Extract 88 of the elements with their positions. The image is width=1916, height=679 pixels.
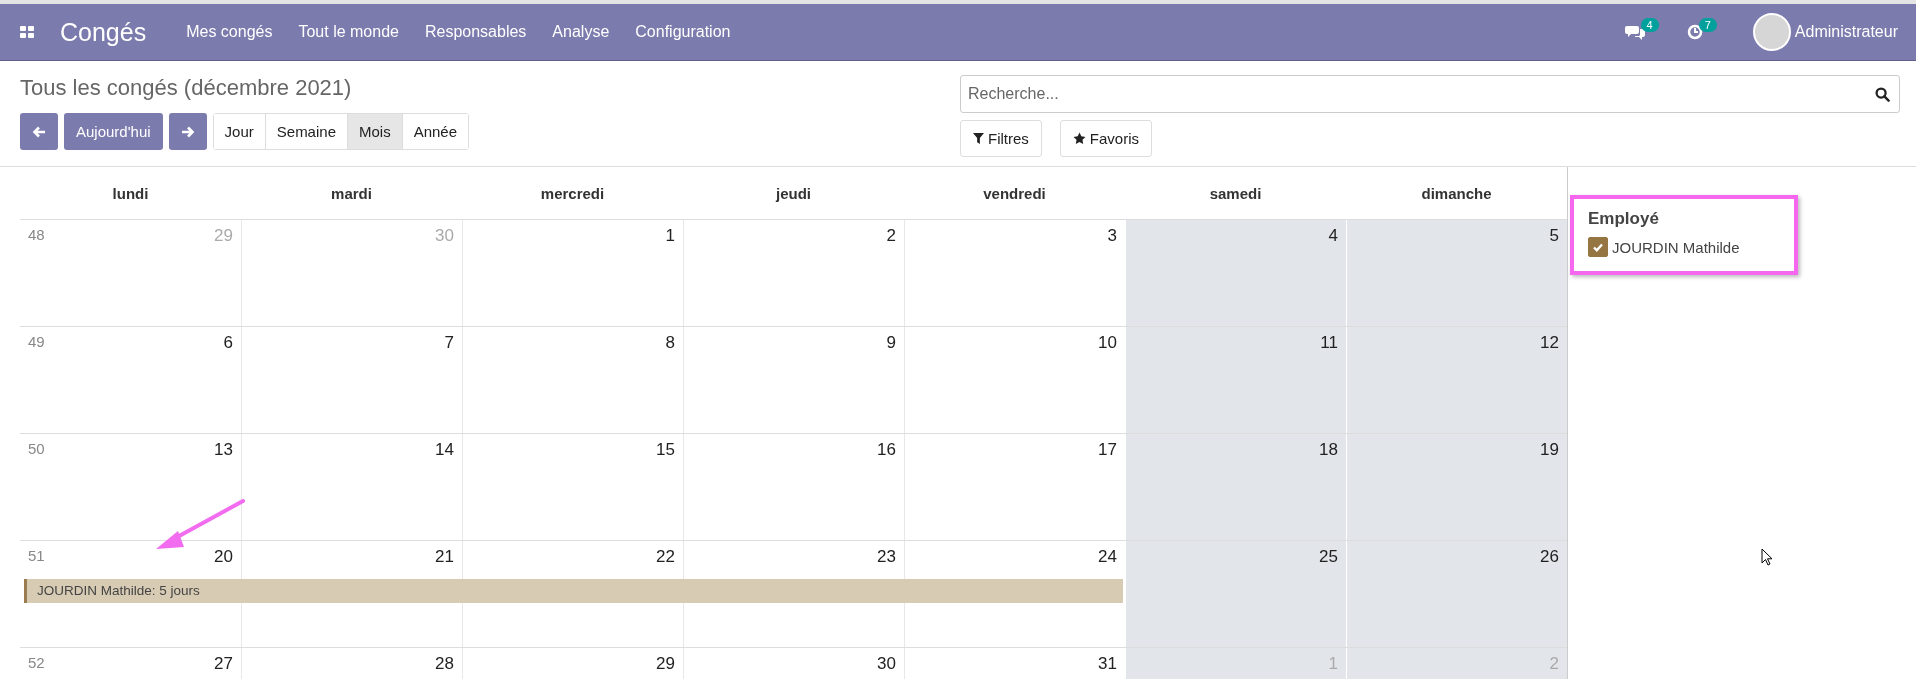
day-number: 16 xyxy=(877,440,896,460)
menu-item[interactable]: Responsables xyxy=(424,23,527,41)
weekday-header: samedi xyxy=(1209,184,1262,202)
day-number: 28 xyxy=(435,654,454,674)
next-button[interactable] xyxy=(168,113,207,150)
day-number: 25 xyxy=(1319,547,1338,567)
funnel-icon xyxy=(973,133,984,144)
weekday-header: lundi xyxy=(112,184,149,202)
search-field[interactable]: Recherche... xyxy=(960,75,1900,113)
today-button[interactable]: Aujourd'hui xyxy=(64,113,163,150)
left-arrow-icon xyxy=(32,125,46,138)
week-number: 49 xyxy=(28,333,45,350)
day-number: 9 xyxy=(886,333,896,353)
week-number: 48 xyxy=(28,226,45,243)
day-number: 2 xyxy=(886,226,896,246)
check-icon xyxy=(1592,241,1604,253)
day-number: 17 xyxy=(1098,440,1117,460)
search-icon[interactable] xyxy=(1875,87,1890,102)
day-number: 22 xyxy=(656,547,675,567)
day-cell[interactable]: 4 xyxy=(1125,220,1346,326)
day-number: 20 xyxy=(214,547,233,567)
activity-count-badge: 7 xyxy=(1698,18,1717,32)
day-number: 27 xyxy=(214,654,233,674)
week-number: 50 xyxy=(28,440,45,457)
clock-icon[interactable] xyxy=(1686,24,1703,40)
day-number: 11 xyxy=(1320,333,1338,353)
app-title[interactable]: Congés xyxy=(60,17,147,47)
day-number: 18 xyxy=(1319,440,1338,460)
view-tab[interactable]: Mois xyxy=(347,114,402,149)
day-number: 23 xyxy=(877,547,896,567)
menu-item[interactable]: Configuration xyxy=(635,23,731,41)
day-number: 1 xyxy=(665,226,675,246)
favorites-button[interactable]: Favoris xyxy=(1059,120,1153,157)
weekday-header: mercredi xyxy=(540,184,605,202)
day-cell[interactable]: 11 xyxy=(1125,327,1346,433)
menu-item[interactable]: Mes congés xyxy=(186,23,273,41)
filter-title: Employé xyxy=(1588,209,1660,229)
day-number: 8 xyxy=(665,333,675,353)
day-number: 29 xyxy=(656,654,675,674)
day-number: 5 xyxy=(1549,226,1559,246)
day-number: 30 xyxy=(877,654,896,674)
day-number: 3 xyxy=(1107,226,1117,246)
day-number: 7 xyxy=(444,333,454,353)
message-count-badge: 4 xyxy=(1640,18,1659,32)
day-number: 31 xyxy=(1098,654,1117,674)
chat-icon[interactable] xyxy=(1624,24,1645,40)
day-number: 10 xyxy=(1098,333,1117,353)
week-number: 51 xyxy=(28,547,45,564)
day-number: 14 xyxy=(435,440,454,460)
star-icon xyxy=(1072,132,1086,145)
day-cell[interactable]: 18 xyxy=(1125,434,1346,540)
day-cell[interactable]: 25 xyxy=(1125,541,1346,647)
user-avatar[interactable] xyxy=(1752,13,1791,51)
day-number: 15 xyxy=(656,440,675,460)
filters-button[interactable]: Filtres xyxy=(960,120,1042,157)
day-number: 21 xyxy=(435,547,454,567)
menu-item[interactable]: Analyse xyxy=(552,23,610,41)
day-number: 1 xyxy=(1328,654,1338,674)
day-number: 29 xyxy=(214,226,233,246)
day-number: 6 xyxy=(223,333,233,353)
day-number: 19 xyxy=(1540,440,1559,460)
apps-menu-icon[interactable] xyxy=(20,26,34,38)
user-name[interactable]: Administrateur xyxy=(1794,23,1898,41)
menu-item[interactable]: Tout le monde xyxy=(298,23,399,41)
day-number: 24 xyxy=(1098,547,1117,567)
view-tab[interactable]: Année xyxy=(401,114,469,149)
page-title: Tous les congés (décembre 2021) xyxy=(20,75,353,101)
day-number: 30 xyxy=(435,226,454,246)
weekday-header: dimanche xyxy=(1421,184,1492,202)
day-number: 26 xyxy=(1540,547,1559,567)
day-number: 12 xyxy=(1540,333,1559,353)
right-arrow-icon xyxy=(180,125,195,138)
day-cell[interactable]: 19 xyxy=(1346,434,1567,540)
weekday-header: mardi xyxy=(331,184,372,202)
day-cell[interactable]: 12 xyxy=(1346,327,1567,433)
day-cell[interactable]: 5 xyxy=(1346,220,1567,326)
weekday-header: jeudi xyxy=(776,184,811,202)
leave-event[interactable]: JOURDIN Mathilde: 5 jours xyxy=(24,579,1123,603)
day-number: 13 xyxy=(214,440,233,460)
mouse-cursor-icon xyxy=(1761,548,1773,566)
day-number: 4 xyxy=(1328,226,1338,246)
day-cell[interactable]: 26 xyxy=(1346,541,1567,647)
week-number: 52 xyxy=(28,654,45,671)
filter-checkbox[interactable] xyxy=(1588,237,1608,257)
weekday-header: vendredi xyxy=(983,184,1046,202)
previous-button[interactable] xyxy=(20,113,58,150)
day-number: 2 xyxy=(1549,654,1559,674)
employee-filter-label[interactable]: JOURDIN Mathilde xyxy=(1612,238,1740,256)
